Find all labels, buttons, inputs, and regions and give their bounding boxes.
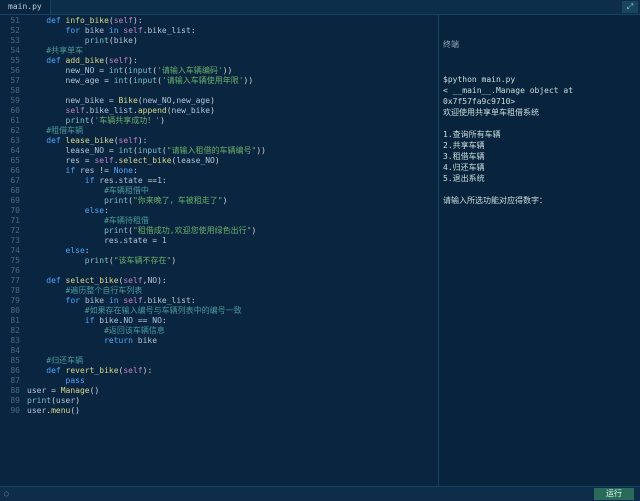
- terminal-output: $python main.py < __main__.Manage object…: [443, 74, 636, 206]
- tab-bar: main.py ⤢: [0, 0, 640, 15]
- code-editor[interactable]: 51 52 53 54 55 56 57 58 59 60 61 62 63 6…: [0, 15, 438, 486]
- line-gutter: 51 52 53 54 55 56 57 58 59 60 61 62 63 6…: [0, 15, 23, 486]
- terminal-title: 终端: [443, 39, 636, 50]
- loading-icon: ◌: [4, 489, 14, 499]
- code-area[interactable]: def info_bike(self): for bike in self.bi…: [23, 15, 438, 486]
- status-bar: ◌ 运行: [0, 486, 640, 501]
- terminal-panel[interactable]: 终端 $python main.py < __main__.Manage obj…: [438, 15, 640, 486]
- main-body: 51 52 53 54 55 56 57 58 59 60 61 62 63 6…: [0, 15, 640, 486]
- tab-main-py[interactable]: main.py: [0, 0, 51, 14]
- run-button[interactable]: 运行: [594, 488, 634, 500]
- maximize-icon[interactable]: ⤢: [622, 1, 638, 13]
